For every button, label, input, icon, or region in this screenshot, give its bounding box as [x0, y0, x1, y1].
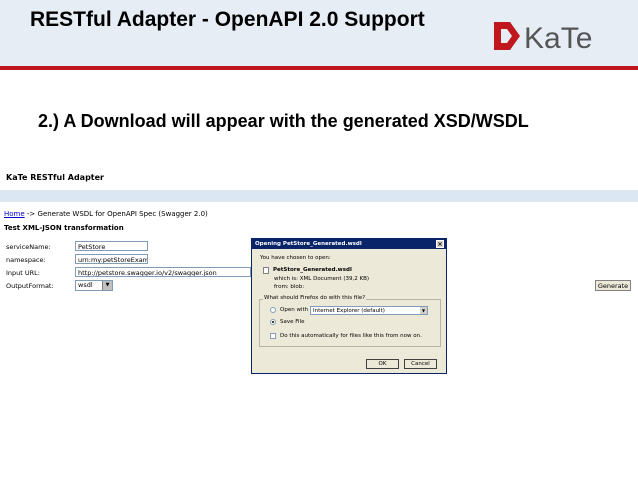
slide-title: RESTful Adapter - OpenAPI 2.0 Support — [30, 8, 425, 31]
input-url-label: Input URL: — [6, 269, 40, 277]
output-format-value: wsdl — [78, 281, 93, 289]
ok-button[interactable]: OK — [366, 359, 399, 369]
file-source: from: blob: — [274, 284, 305, 290]
save-file-label: Save File — [280, 319, 305, 325]
header-rule — [0, 66, 638, 70]
kate-logo: KaTe — [494, 22, 592, 55]
breadcrumb: Home -> Generate WSDL for OpenAPI Spec (… — [4, 210, 208, 218]
logo-text: KaTe — [524, 22, 592, 55]
close-icon[interactable]: × — [436, 240, 444, 248]
action-question: What should Firefox do with this file? — [263, 295, 367, 301]
slide-header: RESTful Adapter - OpenAPI 2.0 Support Ka… — [0, 0, 638, 67]
service-name-label: serviceName: — [6, 243, 51, 251]
file-icon — [263, 267, 269, 274]
namespace-label: namespace: — [6, 256, 46, 264]
cancel-button[interactable]: Cancel — [404, 359, 437, 369]
breadcrumb-home-link[interactable]: Home — [4, 210, 25, 218]
output-format-select[interactable]: wsdl ▼ — [75, 280, 113, 291]
auto-checkbox[interactable] — [270, 333, 276, 339]
section-title: Test XML-JSON transformation — [4, 224, 124, 232]
dialog-titlebar: Opening PetStore_Generated.wsdl × — [252, 239, 446, 249]
breadcrumb-current: -> Generate WSDL for OpenAPI Spec (Swagg… — [24, 210, 208, 218]
open-with-label: Open with — [280, 307, 309, 313]
download-dialog: Opening PetStore_Generated.wsdl × You ha… — [251, 238, 447, 374]
output-format-label: OutputFormat: — [6, 282, 54, 290]
dialog-title: Opening PetStore_Generated.wsdl — [255, 241, 362, 247]
input-url-input[interactable]: http://petstore.swagger.io/v2/swagger.js… — [75, 267, 251, 277]
save-file-radio[interactable] — [270, 319, 276, 325]
open-with-radio[interactable] — [270, 307, 276, 313]
auto-label: Do this automatically for files like thi… — [280, 333, 422, 339]
app-nav-bar — [0, 190, 638, 202]
slide-subtitle: 2.) A Download will appear with the gene… — [38, 111, 529, 131]
open-with-app-value: Internet Explorer (default) — [313, 308, 385, 314]
open-with-app-select[interactable]: Internet Explorer (default) ▼ — [310, 306, 428, 315]
generate-button[interactable]: Generate — [595, 280, 631, 291]
dialog-intro: You have chosen to open: — [260, 255, 331, 261]
namespace-input[interactable]: urn:my:petStoreExample — [75, 254, 148, 264]
app-title: KaTe RESTful Adapter — [6, 173, 104, 182]
file-name: PetStore_Generated.wsdl — [273, 267, 352, 273]
file-type: which is: XML Document (39,2 KB) — [274, 276, 369, 282]
chevron-down-icon: ▼ — [102, 281, 112, 290]
chevron-down-icon: ▼ — [420, 307, 427, 314]
service-name-input[interactable]: PetStore — [75, 241, 148, 251]
